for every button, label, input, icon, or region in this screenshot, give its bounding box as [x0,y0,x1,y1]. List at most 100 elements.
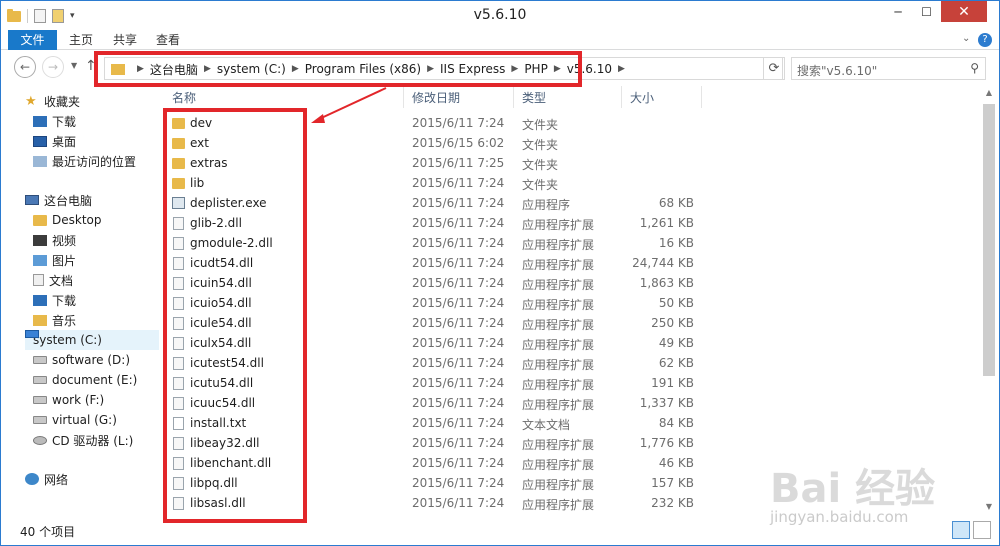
vertical-scrollbar[interactable]: ▲ ▼ [981,88,997,516]
details-view-button[interactable] [952,521,970,539]
file-row[interactable]: iculx54.dll 2015/6/11 7:24 应用程序扩展 49 KB [163,333,703,353]
tab-share[interactable]: 共享 [113,30,137,50]
column-size[interactable]: 大小 [630,89,654,106]
file-date: 2015/6/11 7:24 [412,476,505,490]
tab-view[interactable]: 查看 [156,30,180,50]
file-row[interactable]: extras 2015/6/11 7:25 文件夹 [163,153,703,173]
nav-pictures[interactable]: 图片 [33,250,76,270]
nav-drive-e[interactable]: document (E:) [33,370,137,390]
nav-network[interactable]: 网络 [25,469,68,489]
breadcrumb-item-version[interactable]: v5.6.10 [567,62,612,76]
music-icon [33,314,47,326]
pictures-icon [33,254,47,266]
file-size: 24,744 KB [632,256,694,270]
file-row[interactable]: icutest54.dll 2015/6/11 7:24 应用程序扩展 62 KB [163,353,703,373]
file-row[interactable]: deplister.exe 2015/6/11 7:24 应用程序 68 KB [163,193,703,213]
expand-ribbon-icon[interactable]: ⌄ [962,33,970,44]
file-row[interactable]: glib-2.dll 2015/6/11 7:24 应用程序扩展 1,261 KB [163,213,703,233]
nav-desktop-folder[interactable]: Desktop [33,210,102,230]
nav-videos[interactable]: 视频 [33,230,76,250]
file-row[interactable]: dev 2015/6/11 7:24 文件夹 [163,113,703,133]
file-size: 49 KB [658,336,694,350]
column-date[interactable]: 修改日期 [412,89,460,106]
column-type[interactable]: 类型 [522,89,546,106]
file-row[interactable]: libenchant.dll 2015/6/11 7:24 应用程序扩展 46 KB [163,453,703,473]
minimize-button[interactable]: ─ [884,1,912,22]
file-date: 2015/6/11 7:24 [412,216,505,230]
search-box[interactable]: 搜索"v5.6.10" ⚲ [791,57,986,80]
tab-file[interactable]: 文件 [8,30,57,50]
file-name-cell: gmodule-2.dll [172,236,273,250]
chevron-right-icon[interactable]: ▶ [204,64,211,74]
back-button[interactable]: ← [14,56,36,78]
chevron-right-icon[interactable]: ▶ [137,64,144,74]
nav-downloads-pc[interactable]: 下载 [33,290,76,310]
close-button[interactable]: ✕ [941,1,987,22]
chevron-right-icon[interactable]: ▶ [292,64,299,74]
scroll-down-icon[interactable]: ▼ [981,502,997,516]
scroll-up-icon[interactable]: ▲ [981,88,997,102]
column-divider[interactable] [701,86,702,108]
nav-music[interactable]: 音乐 [33,310,76,330]
tab-home[interactable]: 主页 [69,30,93,50]
large-icons-view-button[interactable] [973,521,991,539]
column-name[interactable]: 名称 [172,89,196,106]
nav-drive-c[interactable]: system (C:) [25,330,159,350]
file-row[interactable]: gmodule-2.dll 2015/6/11 7:24 应用程序扩展 16 KB [163,233,703,253]
refresh-button[interactable]: ⟳ [763,57,785,80]
file-name-cell: icuin54.dll [172,276,252,290]
breadcrumb-item-program-files[interactable]: Program Files (x86) [305,62,421,76]
maximize-button[interactable]: ☐ [913,1,940,22]
hard-drive-icon [33,376,47,384]
file-row[interactable]: libeay32.dll 2015/6/11 7:24 应用程序扩展 1,776 KB [163,433,703,453]
nav-drive-f[interactable]: work (F:) [33,390,104,410]
chevron-right-icon[interactable]: ▶ [427,64,434,74]
chevron-right-icon[interactable]: ▶ [511,64,518,74]
nav-desktop[interactable]: 桌面 [33,131,76,151]
recent-locations-icon[interactable]: ▼ [71,61,77,70]
nav-this-pc[interactable]: 这台电脑 [25,190,92,210]
nav-drive-l[interactable]: CD 驱动器 (L:) [33,430,133,450]
breadcrumb-item-iis-express[interactable]: IIS Express [440,62,505,76]
file-type: 文件夹 [522,138,559,152]
file-size: 1,863 KB [639,276,694,290]
column-divider[interactable] [403,86,404,108]
file-row[interactable]: libsasl.dll 2015/6/11 7:24 应用程序扩展 232 KB [163,493,703,513]
file-row[interactable]: icudt54.dll 2015/6/11 7:24 应用程序扩展 24,744 KB [163,253,703,273]
file-row[interactable]: icule54.dll 2015/6/11 7:24 应用程序扩展 250 KB [163,313,703,333]
breadcrumb-item-thispc[interactable]: 这台电脑 [150,61,198,78]
scrollbar-thumb[interactable] [983,104,995,376]
file-row[interactable]: icuio54.dll 2015/6/11 7:24 应用程序扩展 50 KB [163,293,703,313]
chevron-right-icon[interactable]: ▶ [554,64,561,74]
nav-downloads[interactable]: 下载 [33,111,76,131]
up-button[interactable]: ↑ [85,58,97,74]
column-divider[interactable] [513,86,514,108]
file-row[interactable]: ext 2015/6/15 6:02 文件夹 [163,133,703,153]
breadcrumb-item-system[interactable]: system (C:) [217,62,286,76]
search-icon[interactable]: ⚲ [970,61,979,75]
help-icon[interactable]: ? [978,33,992,47]
file-row[interactable]: icuuc54.dll 2015/6/11 7:24 应用程序扩展 1,337 KB [163,393,703,413]
file-row[interactable]: libpq.dll 2015/6/11 7:24 应用程序扩展 157 KB [163,473,703,493]
nav-drive-d[interactable]: software (D:) [33,350,130,370]
file-row[interactable]: lib 2015/6/11 7:24 文件夹 [163,173,703,193]
nav-favorites[interactable]: ★ 收藏夹 [25,91,80,111]
chevron-right-icon[interactable]: ▶ [618,64,625,74]
breadcrumb-item-php[interactable]: PHP [524,62,548,76]
nav-documents[interactable]: 文档 [33,270,73,290]
file-row[interactable]: install.txt 2015/6/11 7:24 文本文档 84 KB [163,413,703,433]
forward-button[interactable]: → [42,56,64,78]
file-size: 68 KB [658,196,694,210]
ribbon-tabs: 文件 主页 共享 查看 ⌄ ? [1,30,999,50]
nav-drive-g[interactable]: virtual (G:) [33,410,117,430]
dll-icon [173,256,184,270]
address-bar[interactable]: ▶ 这台电脑 ▶ system (C:) ▶ Program Files (x8… [104,57,859,80]
file-type: 应用程序扩展 [522,238,595,252]
file-row[interactable]: icutu54.dll 2015/6/11 7:24 应用程序扩展 191 KB [163,373,703,393]
column-divider[interactable] [621,86,622,108]
file-size: 62 KB [658,356,694,370]
file-type: 应用程序扩展 [522,358,595,372]
file-row[interactable]: icuin54.dll 2015/6/11 7:24 应用程序扩展 1,863 KB [163,273,703,293]
nav-recent[interactable]: 最近访问的位置 [33,151,136,171]
arrow-left-icon: ← [19,60,31,74]
